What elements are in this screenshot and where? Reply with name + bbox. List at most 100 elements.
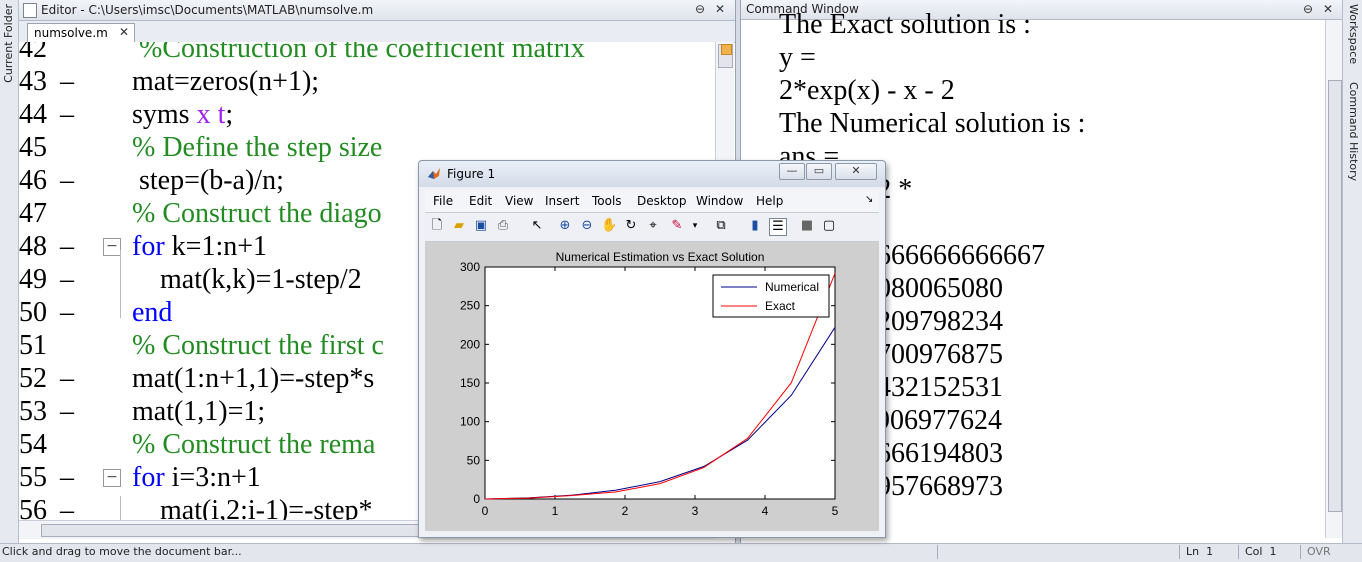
breakpoint-dash[interactable]: – [60,65,74,98]
tab-close-icon[interactable]: ✕ [119,25,129,39]
x-tick-label: 2 [622,504,629,518]
figure-titlebar[interactable]: Figure 1 — ▭ ✕ [419,161,885,187]
y-tick-label: 250 [460,299,480,313]
line-number: 42 [19,42,47,64]
figure-toolbar: 🗋 ▰ ▣ ⎙ ↖ ⊕ ⊖ ✋ ↻ ⌖ ✎ ▾ ⧉ ▮ ☰ ■ ▢ [425,213,879,242]
show-plot-tools-icon[interactable]: ▢ [821,218,837,234]
legend-icon[interactable]: ☰ [769,218,787,236]
breakpoint-dash[interactable]: – [60,461,74,494]
workspace-tab[interactable]: Workspace [1347,4,1360,64]
data-cursor-icon[interactable]: ⌖ [645,218,661,234]
menu-file[interactable]: File [433,194,453,208]
command-output-line: The Numerical solution is : [779,108,1086,139]
breakpoint-dash[interactable]: – [60,230,74,263]
scrollbar-thumb[interactable] [1328,80,1342,512]
code-token: end [132,297,173,328]
y-tick-label: 150 [460,376,480,390]
legend-label: Numerical [765,280,819,294]
maximize-button[interactable]: ▭ [806,163,832,180]
breakpoint-dash[interactable]: – [60,494,74,520]
print-icon[interactable]: ⎙ [495,218,511,234]
y-tick-label: 50 [467,453,481,467]
command-window-scrollbar[interactable] [1325,20,1343,538]
menu-desktop[interactable]: Desktop [637,194,687,208]
line-number: 44 [19,99,47,130]
command-history-tab[interactable]: Command History [1347,82,1360,181]
code-token: x t [196,99,226,130]
menu-tools[interactable]: Tools [592,194,622,208]
breakpoint-dash[interactable]: – [60,98,74,131]
editor-tabbar: numsolve.m ✕ [19,21,735,43]
minimize-button[interactable]: — [779,163,805,180]
y-tick-label: 100 [460,415,480,429]
code-analyzer-indicator[interactable] [721,44,732,55]
menu-edit[interactable]: Edit [469,194,492,208]
menu-view[interactable]: View [505,194,533,208]
x-tick-label: 1 [552,504,559,518]
code-token: mat(1,1)=1; [132,396,266,427]
breakpoint-dash[interactable]: – [60,296,74,329]
dock-arrow-icon[interactable]: ↘ [865,194,873,205]
line-number: 53 [19,396,47,427]
menu-window[interactable]: Window [696,194,743,208]
code-token: % Construct the rema [132,429,376,460]
ln-label: Ln [1186,545,1200,558]
figure-window[interactable]: Figure 1 — ▭ ✕ File Edit View Insert Too… [418,160,886,538]
line-number: 54 [19,429,47,460]
scrollbar-thumb[interactable] [41,524,423,537]
line-number: 48 [19,231,47,262]
menu-insert[interactable]: Insert [545,194,579,208]
code-text: % Define the step size [132,131,382,164]
y-tick-label: 200 [460,337,480,351]
close-button[interactable]: ✕ [835,163,877,180]
breakpoint-dash[interactable]: – [60,164,74,197]
brush-dropdown-icon[interactable]: ▾ [687,218,703,234]
rotate-3d-icon[interactable]: ↻ [623,218,639,234]
fold-toggle-icon[interactable]: − [103,238,121,256]
close-icon[interactable]: ✕ [715,2,725,16]
code-text: mat(i,2:i-1)=-step* [132,494,373,520]
x-tick-label: 5 [832,504,839,518]
hide-plot-tools-icon[interactable]: ■ [799,218,815,234]
new-figure-icon[interactable]: 🗋 [429,218,445,234]
code-text: % Construct the rema [132,428,375,461]
fold-toggle-icon[interactable]: − [103,469,121,487]
save-icon[interactable]: ▣ [473,218,489,234]
code-line[interactable]: 42 %Construction of the coefficient matr… [19,42,715,65]
figure-title: Figure 1 [447,167,496,181]
y-tick-label: 300 [460,260,480,274]
code-token: %Construction of the coefficient matrix [132,42,585,64]
code-token: mat=zeros(n+1); [132,66,320,97]
code-text: % Construct the diago [132,197,382,230]
undock-icon[interactable]: ⊖ [695,2,705,16]
figure-canvas[interactable]: Numerical Estimation vs Exact Solution 0 1… [425,242,879,531]
zoom-in-icon[interactable]: ⊕ [557,218,573,234]
code-token: step=(b-a)/n; [132,165,284,196]
x-tick-label: 4 [762,504,769,518]
tab-label: numsolve.m [34,26,108,40]
breakpoint-dash[interactable]: – [60,263,74,296]
status-bar: Click and drag to move the document bar.… [0,543,1362,562]
breakpoint-dash[interactable]: – [60,395,74,428]
pan-hand-icon[interactable]: ✋ [601,218,617,234]
open-file-icon[interactable]: ▰ [451,218,467,234]
code-text: end [132,296,172,329]
menu-help[interactable]: Help [756,194,783,208]
zoom-out-icon[interactable]: ⊖ [579,218,595,234]
colorbar-icon[interactable]: ▮ [747,218,763,234]
code-line[interactable]: 43– mat=zeros(n+1); [19,65,715,98]
x-tick-label: 0 [482,504,489,518]
pointer-icon[interactable]: ↖ [529,218,545,234]
breakpoint-dash[interactable]: – [60,362,74,395]
brush-icon[interactable]: ✎ [669,218,685,234]
line-number: 49 [19,264,47,295]
current-folder-strip[interactable]: Current Folder [0,0,19,543]
code-token: for [132,462,165,493]
code-token: % Define the step size [132,132,383,163]
plot-axes[interactable]: Numerical Estimation vs Exact Solution 0 1… [425,242,879,531]
current-folder-label[interactable]: Current Folder [2,4,15,83]
editor-titlebar: Editor - C:\Users\imsc\Documents\MATLAB\… [19,0,735,21]
link-plot-icon[interactable]: ⧉ [713,218,729,234]
code-line[interactable]: 44– syms x t; [19,98,715,131]
tab-numsolve[interactable]: numsolve.m ✕ [27,23,135,42]
